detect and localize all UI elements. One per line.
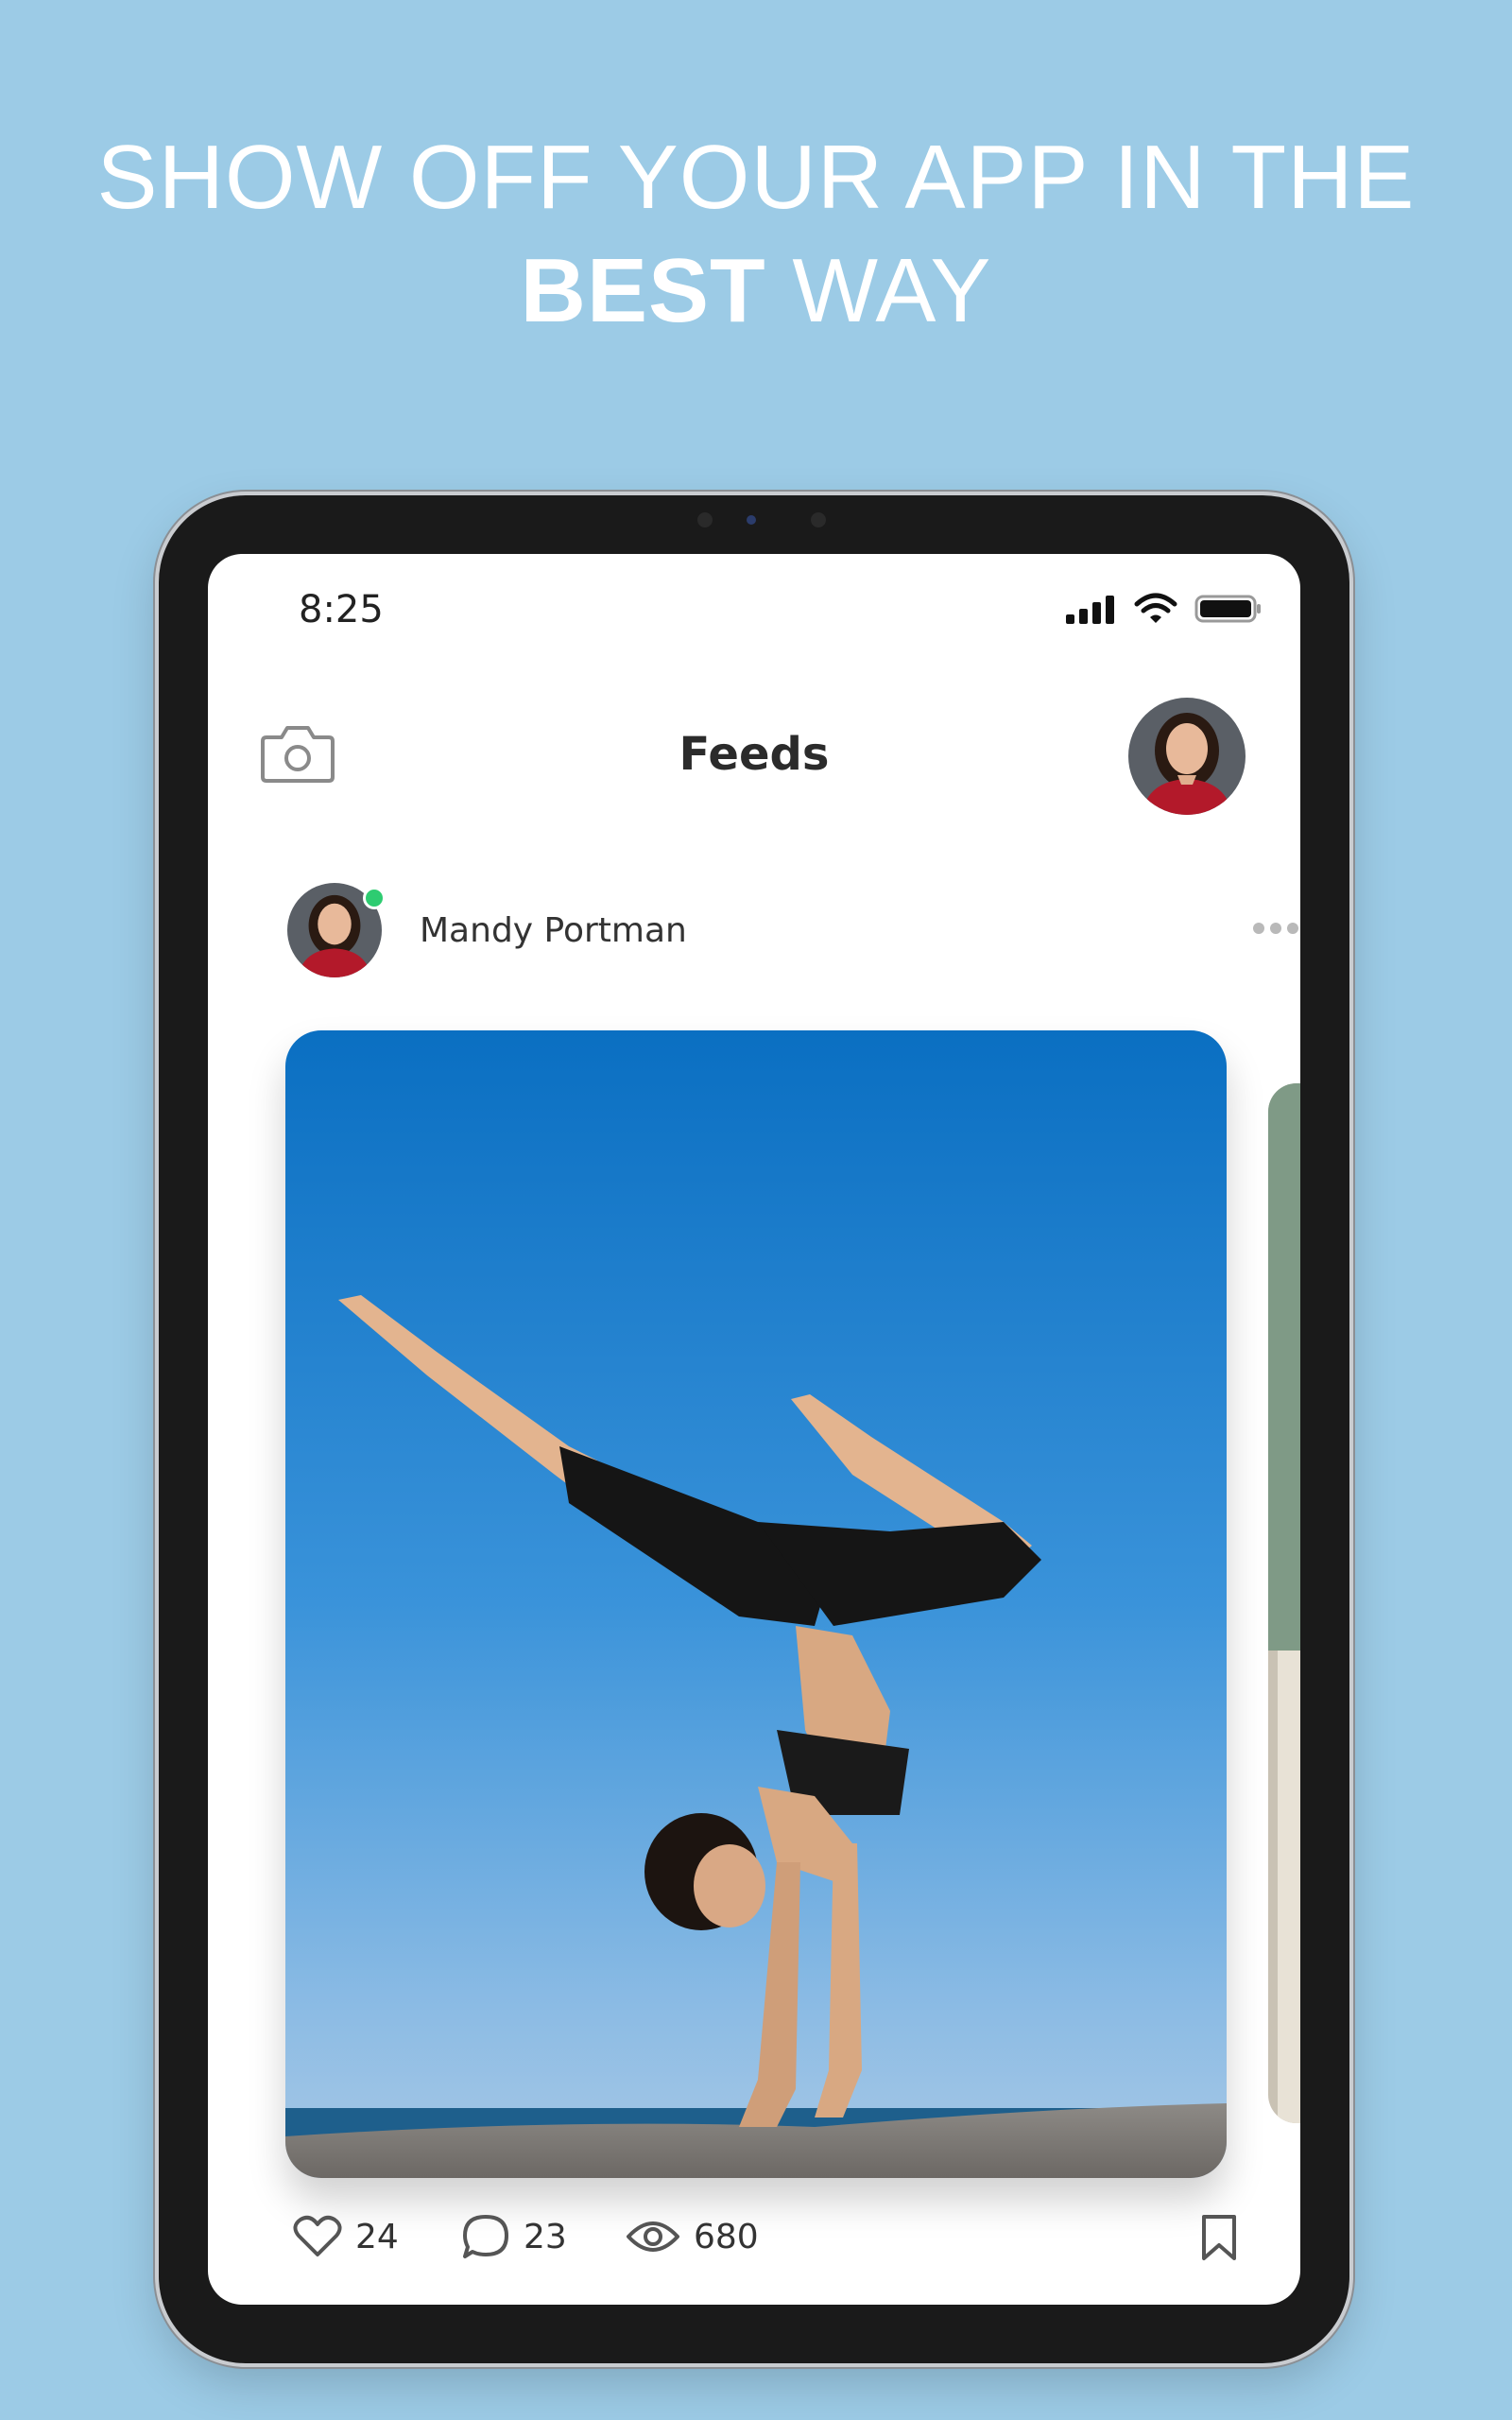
more-horizontal-icon bbox=[1253, 923, 1264, 934]
like-button[interactable]: 24 bbox=[293, 2206, 399, 2267]
next-post-preview[interactable] bbox=[1268, 1083, 1300, 2123]
wifi-icon bbox=[1134, 593, 1177, 623]
online-indicator bbox=[363, 887, 386, 909]
post-author-name[interactable]: Mandy Portman bbox=[420, 911, 687, 950]
comment-button[interactable]: 23 bbox=[461, 2206, 567, 2267]
yoga-photo bbox=[285, 1030, 1227, 2178]
more-options-button[interactable] bbox=[1253, 923, 1298, 934]
battery-icon bbox=[1194, 595, 1261, 623]
comment-icon bbox=[463, 2215, 508, 2258]
post-actions: 24 23 680 bbox=[293, 2206, 1238, 2267]
like-count: 24 bbox=[355, 2217, 399, 2256]
tablet-frame: 8:25 Feeds Mandy Portman 24 23 680 bbox=[159, 495, 1349, 2363]
post-header: Mandy Portman bbox=[287, 883, 1298, 981]
front-camera bbox=[669, 510, 839, 529]
headline-line-2: BEST WAY bbox=[0, 234, 1512, 348]
view-count: 680 bbox=[694, 2217, 759, 2256]
headline-line-1: SHOW OFF YOUR APP IN THE bbox=[96, 127, 1416, 228]
comment-count: 23 bbox=[524, 2217, 567, 2256]
profile-avatar[interactable] bbox=[1128, 698, 1246, 815]
next-post-image bbox=[1268, 1083, 1300, 2123]
cellular-signal-icon bbox=[1066, 596, 1114, 624]
post-image[interactable] bbox=[285, 1030, 1227, 2178]
profile-avatar-image bbox=[1128, 698, 1246, 815]
headline-bold-word: BEST bbox=[520, 240, 766, 341]
heart-icon bbox=[293, 2215, 342, 2256]
app-screen: 8:25 Feeds Mandy Portman 24 23 680 bbox=[208, 554, 1300, 2305]
bookmark-icon bbox=[1202, 2215, 1236, 2260]
eye-icon bbox=[627, 2221, 679, 2252]
status-time: 8:25 bbox=[299, 588, 384, 631]
headline-line-2-rest: WAY bbox=[765, 240, 992, 341]
bookmark-button[interactable] bbox=[1200, 2214, 1238, 2265]
views-indicator: 680 bbox=[626, 2206, 759, 2267]
status-icons bbox=[1066, 592, 1263, 626]
headline: SHOW OFF YOUR APP IN THE BEST WAY bbox=[0, 121, 1512, 348]
